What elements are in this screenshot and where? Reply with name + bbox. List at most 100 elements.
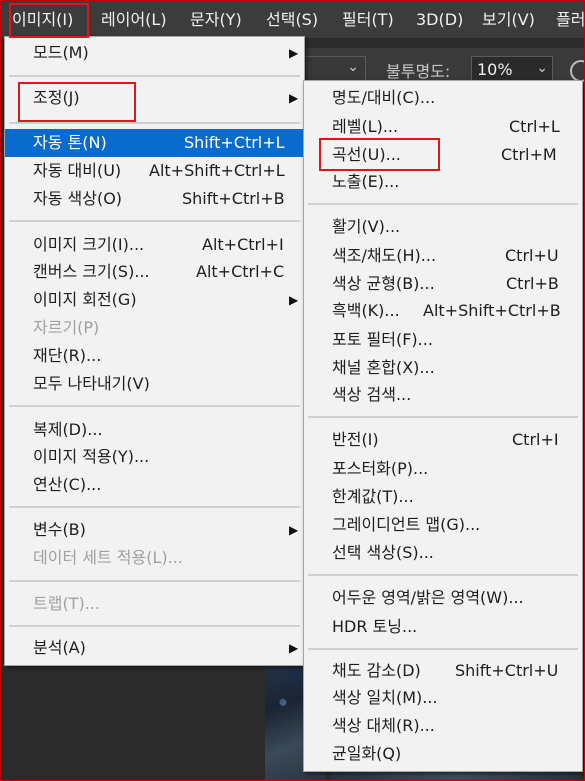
menu-image[interactable]: 이미지(I) [12, 0, 73, 38]
menu-item-label: 노출(E)... [332, 172, 400, 191]
submenu-item-black-white[interactable]: 흑백(K)... Alt+Shift+Ctrl+B [304, 297, 582, 325]
menu-item-label: 흑백(K)... [332, 301, 400, 320]
menu-item-trim[interactable]: 재단(R)... [5, 342, 304, 370]
submenu-item-equalize[interactable]: 균일화(Q) [304, 740, 582, 768]
menu-item-canvas-size[interactable]: 캔버스 크기(S)... Alt+Ctrl+C [5, 258, 304, 286]
submenu-arrow-icon: ▶ [289, 46, 299, 60]
shortcut-label: Alt+Shift+Ctrl+L [149, 161, 285, 180]
separator [9, 625, 300, 627]
menu-item-label: 포스터화(P)... [332, 459, 429, 478]
menu-item-label: 트랩(T)... [33, 594, 100, 613]
menu-item-label: 연산(C)... [33, 475, 102, 494]
menu-item-duplicate[interactable]: 복제(D)... [5, 416, 304, 444]
menu-item-label: 색상 일치(M)... [332, 688, 438, 707]
submenu-item-selective-color[interactable]: 선택 색상(S)... [304, 539, 582, 567]
menu-item-label: 반전(I) [332, 430, 379, 449]
submenu-item-photo-filter[interactable]: 포토 필터(F)... [304, 326, 582, 354]
menu-item-analysis[interactable]: 분석(A) ▶ [5, 634, 304, 662]
menu-select[interactable]: 선택(S) [266, 0, 318, 38]
menu-view[interactable]: 보기(V) [482, 0, 535, 38]
menu-item-label: 자동 톤(N) [33, 133, 107, 152]
menu-item-apply-data-set[interactable]: 데이터 세트 적용(L)... [5, 544, 304, 572]
menu-item-label: 이미지 크기(I)... [33, 235, 145, 254]
submenu-item-gradient-map[interactable]: 그레이디언트 맵(G)... [304, 511, 582, 539]
submenu-item-hdr-toning[interactable]: HDR 토닝... [304, 613, 582, 641]
separator [308, 416, 578, 418]
menu-item-label: 그레이디언트 맵(G)... [332, 515, 481, 534]
menu-item-image-size[interactable]: 이미지 크기(I)... Alt+Ctrl+I [5, 231, 304, 259]
menu-item-apply-image[interactable]: 이미지 적용(Y)... [5, 443, 304, 471]
menu-item-label: 선택 색상(S)... [332, 543, 434, 562]
menu-item-label: HDR 토닝... [332, 617, 418, 636]
menu-item-label: 한계값(T)... [332, 487, 414, 506]
separator [308, 648, 578, 650]
shortcut-label: Ctrl+I [512, 430, 559, 449]
submenu-item-threshold[interactable]: 한계값(T)... [304, 483, 582, 511]
menu-item-reveal-all[interactable]: 모두 나타내기(V) [5, 370, 304, 398]
submenu-item-replace-color[interactable]: 색상 대체(R)... [304, 712, 582, 740]
submenu-arrow-icon: ▶ [289, 91, 299, 105]
submenu-item-vibrance[interactable]: 활기(V)... [304, 213, 582, 241]
submenu-item-desaturate[interactable]: 채도 감소(D) Shift+Ctrl+U [304, 657, 582, 685]
menu-item-label: 모두 나타내기(V) [33, 374, 150, 393]
adjustments-submenu: 명도/대비(C)... 레벨(L)... Ctrl+L 곡선(U)... Ctr… [303, 80, 583, 772]
submenu-item-brightness-contrast[interactable]: 명도/대비(C)... [304, 84, 582, 112]
separator [9, 405, 300, 407]
submenu-item-posterize[interactable]: 포스터화(P)... [304, 455, 582, 483]
menu-item-label: 명도/대비(C)... [332, 88, 436, 107]
menu-item-label: 캔버스 크기(S)... [33, 262, 150, 281]
submenu-item-exposure[interactable]: 노출(E)... [304, 168, 582, 196]
submenu-item-color-lookup[interactable]: 색상 검색... [304, 381, 582, 409]
menu-item-label: 곡선(U)... [332, 145, 401, 164]
menu-item-label: 자동 대비(U) [33, 161, 122, 180]
separator [308, 574, 578, 576]
menu-item-auto-color[interactable]: 자동 색상(O) Shift+Ctrl+B [5, 185, 304, 213]
menu-item-label: 모드(M) [33, 43, 89, 62]
menu-item-label: 채널 혼합(X)... [332, 358, 435, 377]
menu-item-label: 레벨(L)... [332, 117, 399, 136]
mode-dropdown[interactable]: ⌄ [300, 56, 366, 82]
menu-item-auto-tone[interactable]: 자동 톤(N) Shift+Ctrl+L [5, 129, 304, 157]
menu-item-adjustments[interactable]: 조정(J) ▶ [5, 84, 304, 112]
menu-item-auto-contrast[interactable]: 자동 대비(U) Alt+Shift+Ctrl+L [5, 157, 304, 185]
submenu-item-invert[interactable]: 반전(I) Ctrl+I [304, 426, 582, 454]
submenu-item-shadows-highlights[interactable]: 어두운 영역/밝은 영역(W)... [304, 584, 582, 612]
submenu-item-color-balance[interactable]: 색상 균형(B)... Ctrl+B [304, 270, 582, 298]
menu-item-mode[interactable]: 모드(M) ▶ [5, 39, 304, 67]
menu-plugins[interactable]: 플러 [556, 0, 585, 38]
menu-item-label: 자르기(P) [33, 318, 100, 337]
submenu-arrow-icon: ▶ [289, 523, 299, 537]
submenu-item-hue-saturation[interactable]: 색조/채도(H)... Ctrl+U [304, 242, 582, 270]
menu-item-variables[interactable]: 변수(B) ▶ [5, 516, 304, 544]
menu-3d[interactable]: 3D(D) [416, 0, 463, 38]
shortcut-label: Ctrl+U [505, 246, 559, 265]
menu-layer[interactable]: 레이어(L) [101, 0, 167, 38]
separator [308, 203, 578, 205]
separator [9, 220, 300, 222]
menu-bar: 이미지(I) 레이어(L) 문자(Y) 선택(S) 필터(T) 3D(D) 보기… [0, 0, 585, 39]
menu-item-label: 이미지 회전(G) [33, 290, 137, 309]
submenu-item-match-color[interactable]: 색상 일치(M)... [304, 684, 582, 712]
chevron-down-icon: ⌄ [347, 59, 359, 75]
settings-circle-icon[interactable] [570, 60, 585, 82]
menu-item-crop[interactable]: 자르기(P) [5, 314, 304, 342]
image-menu: 모드(M) ▶ 조정(J) ▶ 자동 톤(N) Shift+Ctrl+L 자동 … [4, 36, 305, 666]
menu-item-label: 활기(V)... [332, 217, 401, 236]
submenu-item-channel-mixer[interactable]: 채널 혼합(X)... [304, 354, 582, 382]
submenu-item-levels[interactable]: 레벨(L)... Ctrl+L [304, 113, 582, 141]
opacity-label: 불투명도: [386, 62, 451, 81]
menu-item-label: 색상 균형(B)... [332, 274, 435, 293]
shortcut-label: Ctrl+B [506, 274, 559, 293]
shortcut-label: Alt+Shift+Ctrl+B [423, 301, 561, 320]
menu-item-trap[interactable]: 트랩(T)... [5, 590, 304, 618]
menu-item-image-rotation[interactable]: 이미지 회전(G) ▶ [5, 286, 304, 314]
menu-item-label: 자동 색상(O) [33, 189, 123, 208]
submenu-item-curves[interactable]: 곡선(U)... Ctrl+M [304, 141, 582, 169]
separator [9, 506, 300, 508]
separator [9, 122, 300, 124]
menu-type[interactable]: 문자(Y) [190, 0, 242, 38]
menu-filter[interactable]: 필터(T) [342, 0, 394, 38]
menu-item-calculations[interactable]: 연산(C)... [5, 471, 304, 499]
separator [9, 580, 300, 582]
shortcut-label: Shift+Ctrl+L [184, 133, 285, 152]
